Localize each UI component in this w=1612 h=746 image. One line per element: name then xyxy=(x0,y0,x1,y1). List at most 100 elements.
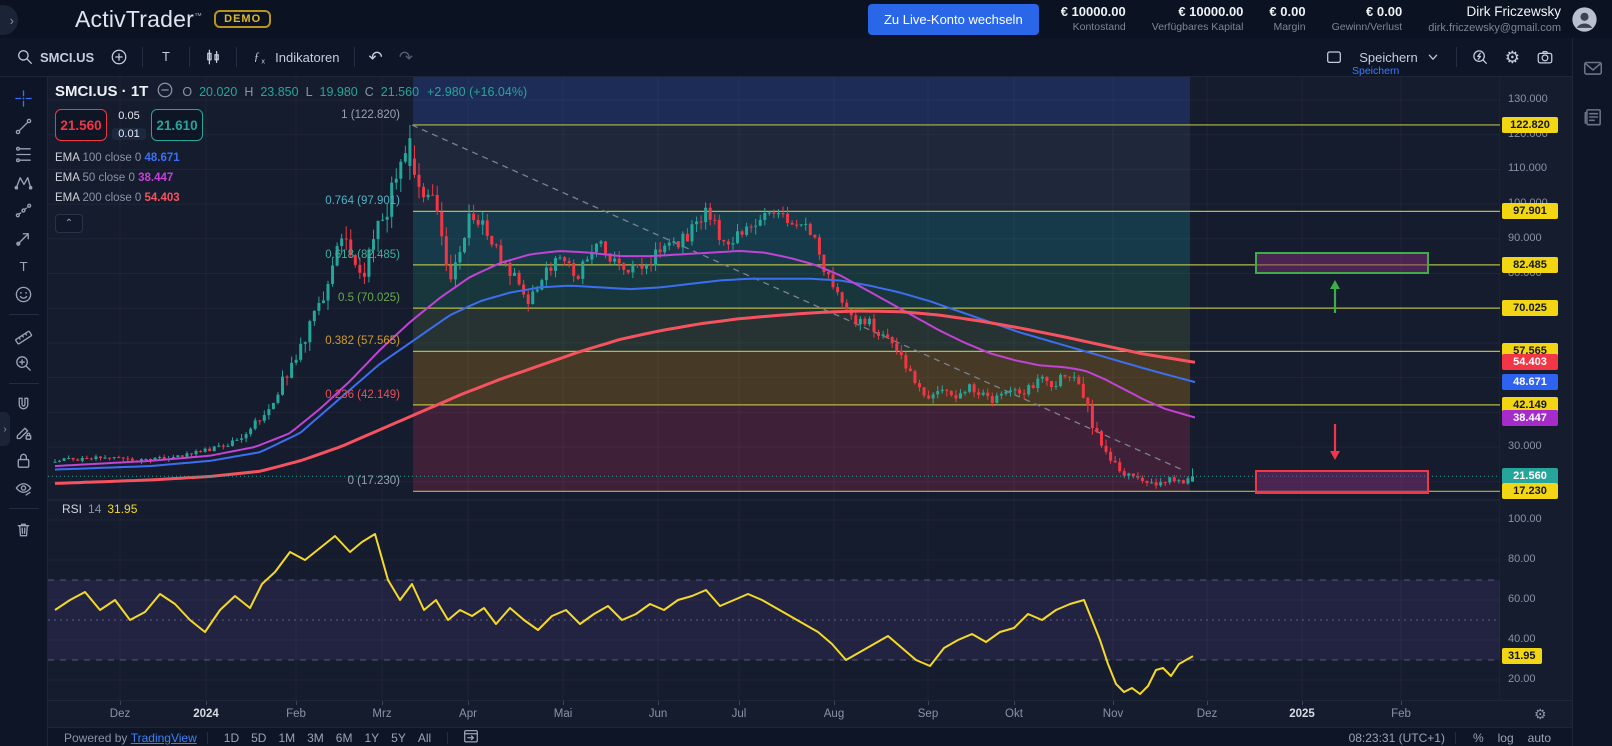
range-all[interactable]: All xyxy=(412,731,437,745)
trademark: ™ xyxy=(194,11,202,20)
time-label: Nov xyxy=(1103,708,1123,720)
snapshot-button[interactable] xyxy=(1528,44,1562,70)
sell-button[interactable]: 21.560 xyxy=(55,109,107,141)
time-label: 2025 xyxy=(1289,708,1315,720)
price-badge: 48.671 xyxy=(1502,374,1558,390)
news-button[interactable] xyxy=(1576,105,1610,132)
range-1d[interactable]: 1D xyxy=(218,731,245,745)
watchlist-expand-handle[interactable]: › xyxy=(0,412,10,446)
balance-label: Kontostand xyxy=(1061,21,1126,34)
forecast-tool[interactable] xyxy=(7,196,41,224)
ohlc-key: C xyxy=(365,85,374,99)
rsi-tick: 80.00 xyxy=(1508,553,1536,565)
lock-drawings[interactable] xyxy=(7,446,41,474)
redo-button[interactable]: ↷ xyxy=(391,45,421,70)
mail-button[interactable] xyxy=(1576,56,1610,83)
top-bar: › ActivTrader™ DEMO Zu Live-Konto wechse… xyxy=(0,0,1612,38)
camera-icon xyxy=(1536,48,1554,66)
emoji-tool[interactable] xyxy=(7,280,41,308)
ema-legend-row[interactable]: EMA 200 close 0 54.403 xyxy=(55,189,527,209)
symbol-search-button[interactable]: SMCI.US xyxy=(8,44,102,70)
layout-icon xyxy=(1325,48,1343,66)
user-email: dirk.friczewsky@gmail.com xyxy=(1428,21,1561,35)
time-label: Feb xyxy=(1391,708,1411,720)
legend-collapse-button[interactable]: ⌃ xyxy=(55,214,83,233)
time-label: Dez xyxy=(110,708,130,720)
expand-panel-button[interactable]: › xyxy=(0,5,18,35)
text-tool[interactable]: T xyxy=(7,252,41,280)
range-3m[interactable]: 3M xyxy=(301,731,330,745)
zoom-in-tool[interactable] xyxy=(7,349,41,377)
time-label: Mrz xyxy=(372,708,391,720)
time-label: Jul xyxy=(732,708,747,720)
magnet-mode[interactable] xyxy=(7,390,41,418)
scale-auto[interactable]: auto xyxy=(1521,731,1558,745)
plus-circle-icon xyxy=(110,48,128,66)
scale-buttons: %logauto xyxy=(1466,731,1558,745)
hide-drawings[interactable] xyxy=(7,474,41,502)
powered-by-label: Powered by xyxy=(64,731,127,745)
indicators-button[interactable]: ƒx Indikatoren xyxy=(243,44,347,70)
quick-trade-button[interactable] xyxy=(1463,44,1497,70)
available-capital-block: € 10000.00 Verfügbares Kapital xyxy=(1152,4,1244,33)
trend-line-tool[interactable] xyxy=(7,112,41,140)
ema-legend-row[interactable]: EMA 50 close 0 38.447 xyxy=(55,169,527,189)
clock[interactable]: 08:23:31 (UTC+1) xyxy=(1349,731,1445,745)
time-tick xyxy=(1207,701,1208,705)
measure-tool[interactable] xyxy=(7,321,41,349)
legend-minus-icon[interactable] xyxy=(156,81,174,102)
quick-search-icon xyxy=(1471,48,1489,66)
settings-button[interactable]: ⚙ xyxy=(1497,45,1528,70)
crosshair-tool[interactable] xyxy=(7,84,41,112)
time-tick xyxy=(563,701,564,705)
app-logo: ActivTrader™ xyxy=(75,6,202,33)
price-badge: 70.025 xyxy=(1502,300,1558,316)
pattern-tool[interactable] xyxy=(7,168,41,196)
rsi-tick: 40.00 xyxy=(1508,633,1536,645)
chart-type-button[interactable] xyxy=(196,44,230,70)
scale-log[interactable]: log xyxy=(1491,731,1521,745)
compare-symbol-button[interactable] xyxy=(102,44,136,70)
user-name: Dirk Friczewsky xyxy=(1428,3,1561,21)
arrow-tool[interactable] xyxy=(7,224,41,252)
zoom-in-icon xyxy=(14,354,33,373)
time-tick xyxy=(382,701,383,705)
activtrader-app: › ActivTrader™ DEMO Zu Live-Konto wechse… xyxy=(0,0,1612,746)
range-1m[interactable]: 1M xyxy=(272,731,301,745)
chart-area[interactable]: 1 (122.820)0.764 (97.901)0.618 (82.485)0… xyxy=(48,76,1500,700)
rsi-legend: RSI 14 31.95 xyxy=(62,502,137,516)
range-6m[interactable]: 6M xyxy=(330,731,359,745)
ema-legend-row[interactable]: EMA 100 close 0 48.671 xyxy=(55,149,527,169)
range-5d[interactable]: 5D xyxy=(245,731,272,745)
time-tick xyxy=(1113,701,1114,705)
remove-drawings[interactable] xyxy=(7,515,41,543)
buy-button[interactable]: 21.610 xyxy=(151,109,203,141)
price-axis[interactable]: 130.000120.000110.000100.00090.00080.000… xyxy=(1500,76,1572,700)
switch-to-live-button[interactable]: Zu Live-Konto wechseln xyxy=(868,4,1039,35)
timeframe-button[interactable]: T xyxy=(149,44,183,70)
search-icon xyxy=(16,48,34,66)
svg-text:ƒ: ƒ xyxy=(254,50,260,63)
time-axis[interactable]: Dez2024FebMrzAprMaiJunJulAugSepOktNovDez… xyxy=(48,700,1572,728)
range-5y[interactable]: 5Y xyxy=(385,731,412,745)
symbol-title: SMCI.US · 1T xyxy=(55,83,148,100)
trash-icon xyxy=(14,520,33,539)
price-badge: 17.230 xyxy=(1502,483,1558,499)
demo-badge: DEMO xyxy=(214,10,271,28)
margin-block: € 0.00 Margin xyxy=(1269,4,1305,33)
mail-icon xyxy=(1582,57,1604,79)
layout-select-button[interactable] xyxy=(1317,44,1351,70)
chevron-down-icon xyxy=(1424,48,1442,66)
time-axis-settings-button[interactable]: ⚙ xyxy=(1528,705,1553,724)
price-tick: 90.000 xyxy=(1508,232,1542,244)
stay-in-drawing-mode[interactable] xyxy=(7,418,41,446)
avatar[interactable] xyxy=(1571,6,1598,33)
price-badge: 82.485 xyxy=(1502,257,1558,273)
trend-line-icon xyxy=(14,117,33,136)
scale-%[interactable]: % xyxy=(1466,731,1491,745)
range-1y[interactable]: 1Y xyxy=(358,731,385,745)
undo-button[interactable]: ↶ xyxy=(361,45,391,70)
goto-date-button[interactable] xyxy=(458,727,484,746)
fib-retracement-tool[interactable] xyxy=(7,140,41,168)
tradingview-link[interactable]: TradingView xyxy=(131,731,197,745)
